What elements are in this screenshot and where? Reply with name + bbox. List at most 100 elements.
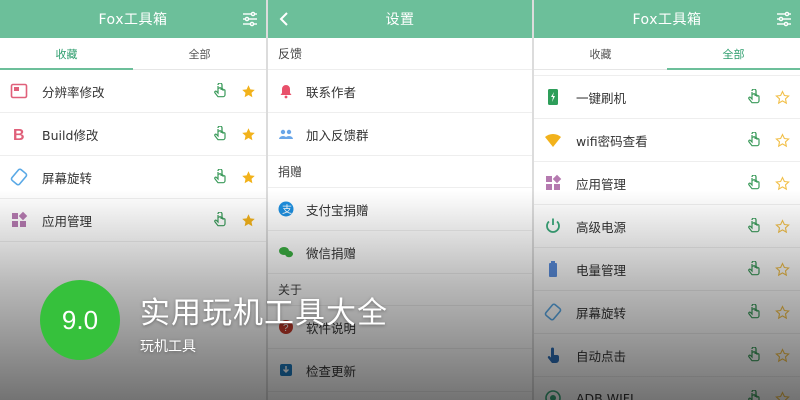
group-icon bbox=[279, 129, 293, 139]
star-outline-icon[interactable] bbox=[775, 176, 790, 191]
list-item[interactable]: 应用管理 bbox=[0, 199, 266, 242]
list-item[interactable]: 分辨率修改 bbox=[0, 70, 266, 113]
item-label: 支付宝捐赠 bbox=[306, 202, 369, 218]
item-label: Build修改 bbox=[42, 127, 99, 143]
apps-icon bbox=[546, 174, 562, 190]
touch-icon[interactable] bbox=[747, 390, 761, 400]
star-filled-icon[interactable] bbox=[241, 170, 256, 185]
wechat-icon bbox=[279, 247, 293, 258]
app-header: Fox工具箱 bbox=[534, 0, 800, 38]
list-item[interactable]: 电量管理 bbox=[534, 248, 800, 291]
score-badge: 9.0 bbox=[40, 280, 120, 360]
item-label: 高级电源 bbox=[576, 219, 627, 235]
header-title: Fox工具箱 bbox=[98, 12, 168, 28]
tab-all[interactable]: 全部 bbox=[667, 38, 800, 70]
section-header: 捐赠 bbox=[268, 156, 532, 188]
touch-icon[interactable] bbox=[747, 132, 761, 148]
touch-icon[interactable] bbox=[213, 169, 227, 185]
item-label: 电量管理 bbox=[576, 262, 627, 278]
settings-sliders-icon[interactable] bbox=[242, 11, 258, 27]
list-item[interactable]: 屏幕旋转 bbox=[0, 156, 266, 199]
item-label: 应用管理 bbox=[42, 213, 93, 229]
settings-sliders-icon[interactable] bbox=[776, 11, 792, 27]
touch-icon[interactable] bbox=[747, 261, 761, 277]
header-title: 设置 bbox=[385, 12, 415, 28]
settings-item-contact[interactable]: 联系作者 bbox=[268, 70, 532, 113]
wifi-icon bbox=[545, 133, 561, 147]
svg-text:B: B bbox=[13, 127, 25, 143]
settings-header: 设置 bbox=[268, 0, 532, 38]
item-label: wifi密码查看 bbox=[576, 133, 648, 149]
all-tools-panel: Fox工具箱 收藏 全部 一键刷机 wifi密码查看 应用管理 高级电源 电量管… bbox=[534, 0, 800, 400]
list-item[interactable]: B Build修改 bbox=[0, 113, 266, 156]
star-outline-icon[interactable] bbox=[775, 133, 790, 148]
rotate-icon bbox=[544, 303, 562, 321]
star-filled-icon[interactable] bbox=[241, 213, 256, 228]
star-outline-icon[interactable] bbox=[775, 90, 790, 105]
power-icon bbox=[546, 218, 560, 233]
section-header: 反馈 bbox=[268, 38, 532, 70]
item-label: 检查更新 bbox=[306, 363, 357, 379]
settings-panel: 设置 反馈 联系作者 加入反馈群 捐赠 支 支付宝捐赠 微信捐赠 关于 ? 软件… bbox=[268, 0, 532, 400]
update-icon bbox=[280, 364, 292, 376]
svg-text:支: 支 bbox=[282, 204, 292, 216]
bell-icon bbox=[280, 85, 292, 99]
touch-icon[interactable] bbox=[213, 212, 227, 228]
battery-icon bbox=[549, 261, 557, 277]
item-label: 分辨率修改 bbox=[42, 84, 105, 100]
tab-all[interactable]: 全部 bbox=[133, 38, 266, 69]
list-item[interactable]: 一键刷机 bbox=[534, 76, 800, 119]
item-label: 一键刷机 bbox=[576, 90, 627, 106]
list-item[interactable]: wifi密码查看 bbox=[534, 119, 800, 162]
settings-item-group[interactable]: 加入反馈群 bbox=[268, 113, 532, 156]
item-label: 微信捐赠 bbox=[306, 245, 357, 261]
app-header: Fox工具箱 bbox=[0, 0, 266, 38]
header-title: Fox工具箱 bbox=[632, 12, 702, 28]
tap-icon bbox=[547, 347, 559, 363]
item-label: 加入反馈群 bbox=[306, 127, 369, 143]
app-category: 玩机工具 bbox=[140, 339, 196, 355]
touch-icon[interactable] bbox=[747, 175, 761, 191]
star-filled-icon[interactable] bbox=[241, 84, 256, 99]
touch-icon[interactable] bbox=[747, 218, 761, 234]
tab-bar: 收藏 全部 bbox=[0, 38, 266, 70]
item-label: 屏幕旋转 bbox=[576, 305, 627, 321]
favorites-panel: Fox工具箱 收藏 全部 分辨率修改 B Build修改 屏幕旋转 应用管理 bbox=[0, 0, 266, 400]
apps-icon bbox=[12, 211, 28, 227]
settings-item-alipay[interactable]: 支 支付宝捐赠 bbox=[268, 188, 532, 231]
star-filled-icon[interactable] bbox=[241, 127, 256, 142]
touch-icon[interactable] bbox=[213, 83, 227, 99]
app-title: 实用玩机工具大全 bbox=[140, 296, 388, 331]
list-item[interactable]: 自动点击 bbox=[534, 334, 800, 377]
star-outline-icon[interactable] bbox=[775, 262, 790, 277]
adb-wifi-icon bbox=[545, 390, 561, 400]
tab-favorites[interactable]: 收藏 bbox=[0, 38, 133, 70]
list-item[interactable]: 屏幕旋转 bbox=[534, 291, 800, 334]
back-arrow-icon[interactable] bbox=[276, 10, 294, 28]
star-outline-icon[interactable] bbox=[775, 219, 790, 234]
alipay-icon: 支 bbox=[278, 201, 294, 217]
item-label: 屏幕旋转 bbox=[42, 170, 93, 186]
list-item[interactable]: 应用管理 bbox=[534, 162, 800, 205]
touch-icon[interactable] bbox=[747, 347, 761, 363]
tab-bar: 收藏 全部 bbox=[534, 38, 800, 70]
item-label: ADB WIFI bbox=[576, 390, 634, 400]
item-label: 自动点击 bbox=[576, 348, 627, 364]
touch-icon[interactable] bbox=[213, 126, 227, 142]
list-item[interactable]: 高级电源 bbox=[534, 205, 800, 248]
star-outline-icon[interactable] bbox=[775, 305, 790, 320]
item-label: 联系作者 bbox=[306, 84, 357, 100]
item-label: 应用管理 bbox=[576, 176, 627, 192]
settings-item-update[interactable]: 检查更新 bbox=[268, 349, 532, 392]
list-item[interactable]: ADB WIFI bbox=[534, 377, 800, 400]
touch-icon[interactable] bbox=[747, 89, 761, 105]
settings-item-wechat[interactable]: 微信捐赠 bbox=[268, 231, 532, 274]
tab-favorites[interactable]: 收藏 bbox=[534, 38, 667, 69]
star-outline-icon[interactable] bbox=[775, 391, 790, 400]
touch-icon[interactable] bbox=[747, 304, 761, 320]
star-outline-icon[interactable] bbox=[775, 348, 790, 363]
build-b-icon: B bbox=[13, 127, 25, 143]
rotate-icon bbox=[10, 168, 28, 186]
resolution-icon bbox=[10, 83, 28, 99]
flash-phone-icon bbox=[548, 89, 558, 105]
